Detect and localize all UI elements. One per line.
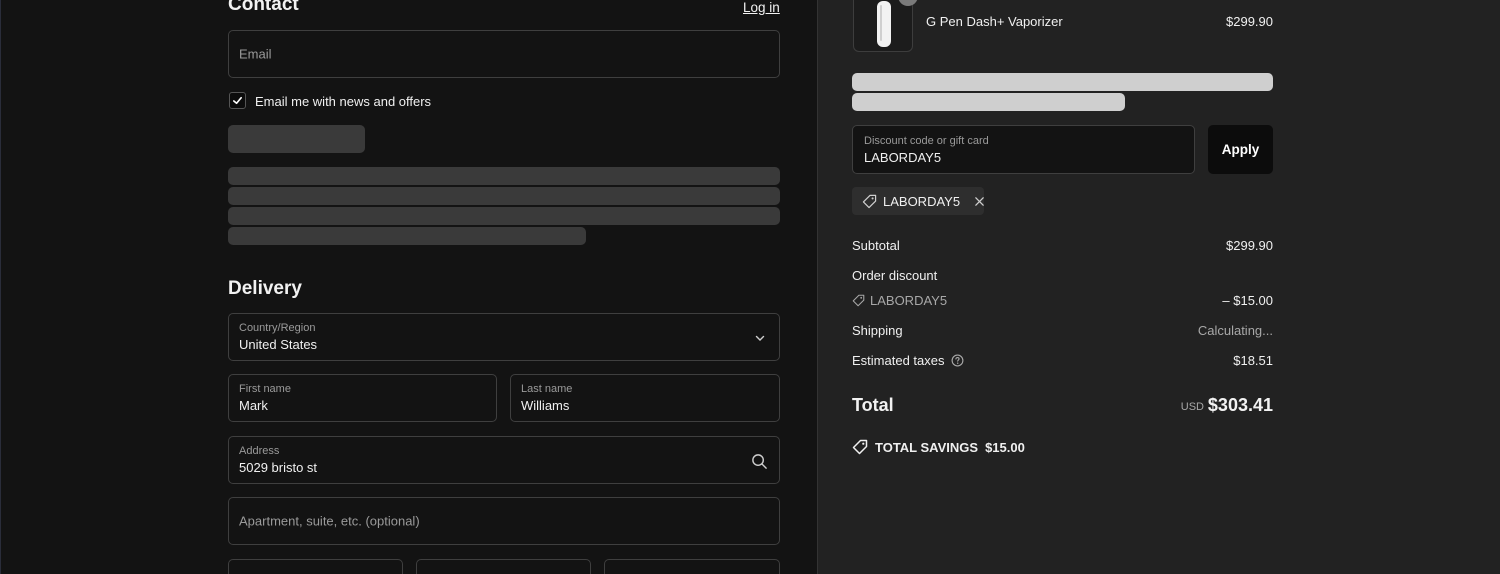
help-icon[interactable] — [951, 354, 964, 367]
total-currency: USD — [1180, 401, 1204, 413]
first-name-value: Mark — [239, 398, 268, 413]
apartment-field[interactable]: Apartment, suite, etc. (optional) — [228, 497, 780, 545]
product-thumbnail — [853, 0, 913, 52]
login-link[interactable]: Log in — [743, 0, 780, 15]
country-label: Country/Region — [239, 322, 316, 334]
taxes-label: Estimated taxes — [852, 353, 945, 368]
loading-skeleton — [228, 207, 780, 225]
product-name: G Pen Dash+ Vaporizer — [926, 14, 1063, 29]
first-name-label: First name — [239, 383, 291, 395]
taxes-row: Estimated taxes — [852, 353, 964, 368]
discount-value: LABORDAY5 — [864, 150, 942, 165]
applied-code: LABORDAY5 — [883, 193, 961, 209]
zip-field[interactable] — [604, 559, 780, 574]
loading-skeleton — [228, 187, 780, 205]
country-select[interactable]: Country/Region United States — [228, 313, 780, 361]
subtotal-value: $299.90 — [1226, 238, 1273, 253]
newsletter-checkbox[interactable] — [229, 92, 246, 109]
country-value: United States — [239, 337, 318, 352]
savings-label: TOTAL SAVINGS — [875, 439, 979, 455]
delivery-heading: Delivery — [228, 278, 302, 299]
shipping-label: Shipping — [852, 323, 903, 338]
last-name-label: Last name — [521, 383, 573, 395]
shipping-value: Calculating... — [1197, 323, 1273, 338]
newsletter-label: Email me with news and offers — [255, 94, 432, 109]
loading-skeleton — [852, 73, 1273, 91]
city-field[interactable] — [228, 559, 403, 574]
loading-skeleton — [228, 167, 780, 185]
discount-label: Discount code or gift card — [864, 135, 989, 147]
tag-icon — [852, 294, 865, 307]
taxes-value: $18.51 — [1233, 353, 1273, 368]
last-name-field[interactable]: Last name Williams — [510, 374, 780, 422]
order-discount-code-text: LABORDAY5 — [870, 293, 948, 308]
subtotal-label: Subtotal — [852, 238, 900, 253]
chevron-down-icon — [753, 331, 767, 345]
apply-button[interactable]: Apply — [1208, 125, 1273, 174]
savings-value: $15.00 — [985, 439, 1025, 455]
order-discount-value: – $15.00 — [1222, 293, 1273, 308]
contact-heading: Contact — [228, 0, 299, 15]
first-name-field[interactable]: First name Mark — [228, 374, 497, 422]
total-savings: TOTAL SAVINGS $15.00 — [852, 439, 1025, 455]
tag-icon — [852, 439, 868, 455]
loading-skeleton — [228, 227, 586, 245]
email-placeholder: Email — [239, 46, 272, 62]
address-label: Address — [239, 445, 280, 457]
close-icon[interactable] — [974, 196, 985, 207]
order-discount-label: Order discount — [852, 268, 938, 283]
product-price: $299.90 — [1226, 14, 1273, 29]
checkmark-icon — [233, 96, 242, 105]
search-icon[interactable] — [749, 451, 769, 471]
checkout-form-pane — [0, 0, 817, 574]
loading-skeleton — [228, 125, 365, 153]
discount-code-field[interactable]: Discount code or gift card LABORDAY5 — [852, 125, 1195, 174]
state-select[interactable] — [416, 559, 591, 574]
address-field[interactable]: Address 5029 bristo st — [228, 436, 780, 484]
vaporizer-image-icon — [877, 1, 891, 47]
loading-skeleton — [852, 93, 1125, 111]
tag-icon — [862, 194, 877, 209]
order-discount-code: LABORDAY5 — [852, 293, 947, 308]
applied-discount-chip: LABORDAY5 — [852, 187, 984, 215]
last-name-value: Williams — [521, 398, 570, 413]
address-value: 5029 bristo st — [239, 460, 318, 475]
email-field[interactable]: Email — [228, 30, 780, 78]
total-value: $303.41 — [1207, 395, 1273, 415]
total-label: Total — [852, 395, 894, 415]
apartment-placeholder: Apartment, suite, etc. (optional) — [239, 513, 420, 529]
